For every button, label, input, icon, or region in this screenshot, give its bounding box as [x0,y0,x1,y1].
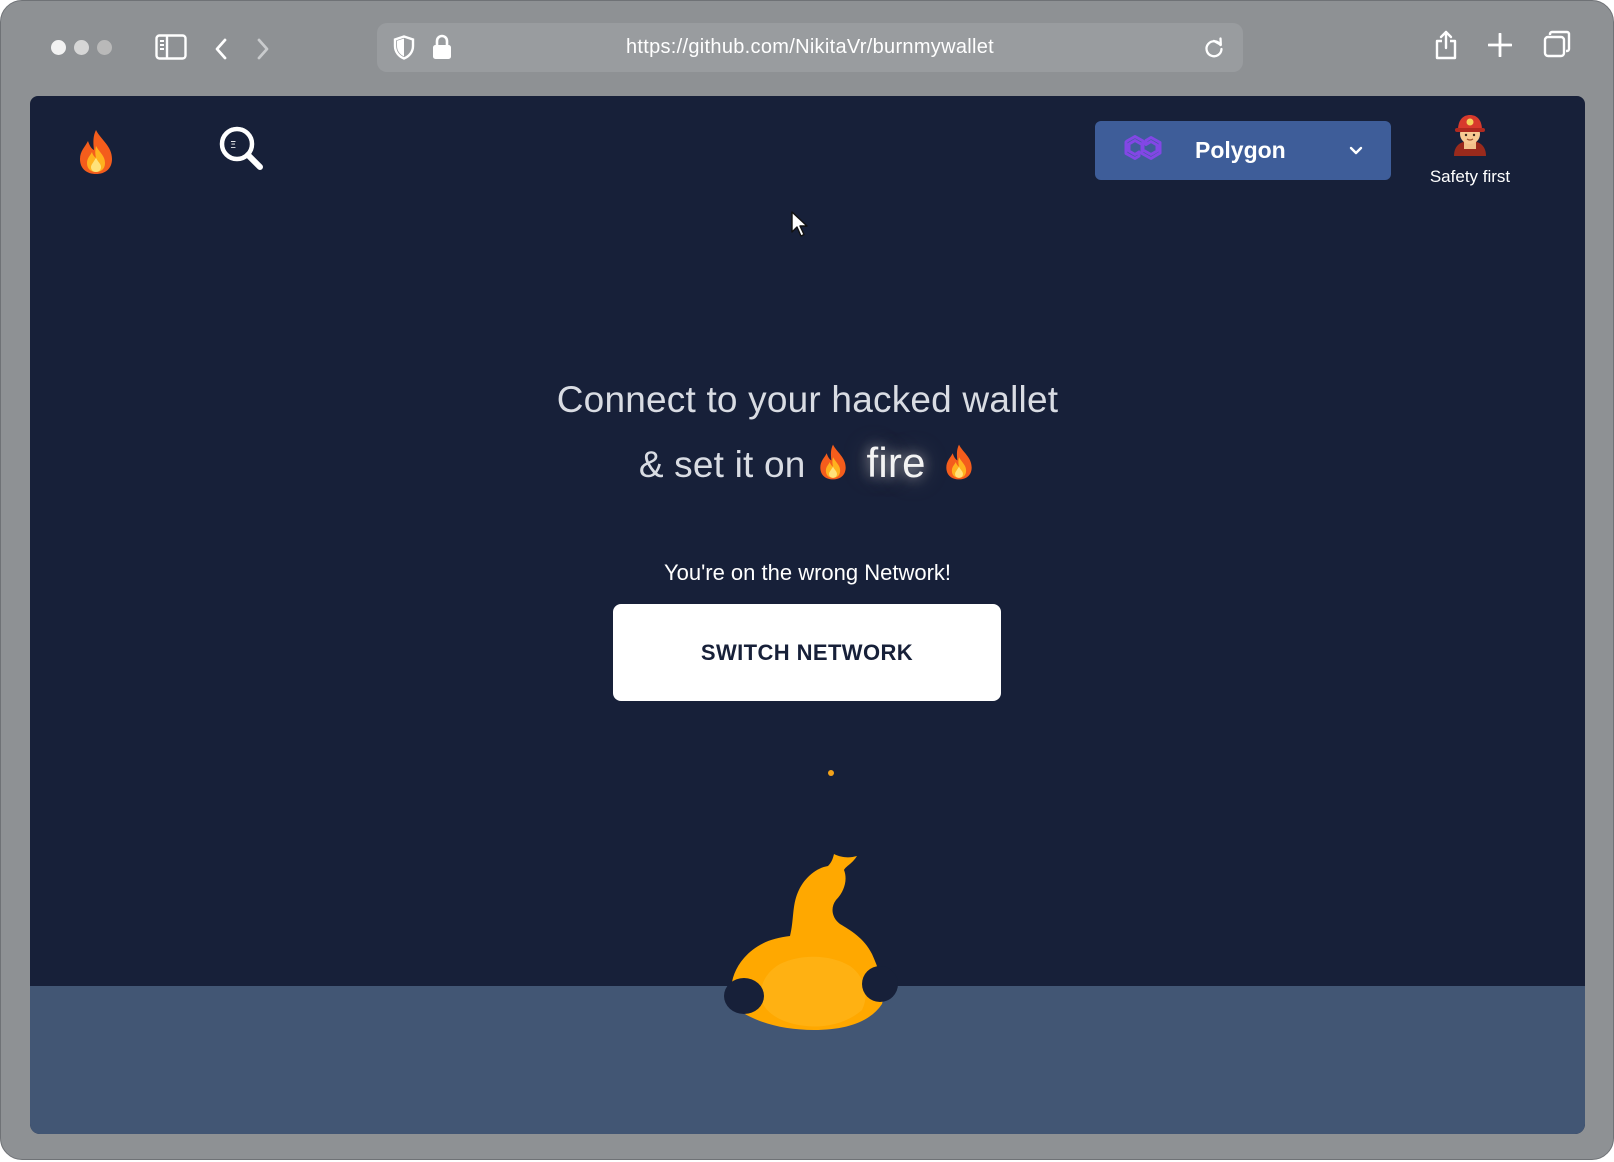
hero-line-2: & set it on fire [30,431,1585,500]
window-controls [51,40,112,55]
hero-line-1: Connect to your hacked wallet [556,379,1059,420]
svg-text:Ξ: Ξ [230,140,236,151]
close-window-button[interactable] [51,40,66,55]
reload-icon[interactable] [1203,37,1225,59]
flame-mascot-illustration [710,844,910,1039]
network-select[interactable]: Polygon [1095,121,1391,180]
back-icon[interactable] [213,37,229,61]
zoom-window-button[interactable] [97,40,112,55]
fire-emoji-icon [816,437,850,500]
new-tab-icon[interactable] [1488,33,1512,57]
address-bar[interactable]: https://github.com/NikitaVr/burnmywallet [377,23,1243,72]
sidebar-icon[interactable] [155,34,187,60]
switch-network-button[interactable]: SWITCH NETWORK [613,604,1001,701]
forward-icon[interactable] [255,37,271,61]
hero-line-2-prefix: & set it on [638,444,806,485]
flame-spark [828,770,834,776]
network-select-label: Polygon [1195,137,1286,163]
share-icon[interactable] [1434,29,1458,61]
minimize-window-button[interactable] [74,40,89,55]
wrong-network-message: You're on the wrong Network! [663,560,952,585]
chevron-down-icon [1349,143,1363,161]
safety-first-link[interactable]: Safety first [1422,112,1518,187]
tabs-overview-icon[interactable] [1543,30,1571,58]
mouse-cursor-icon [790,210,810,243]
browser-window: https://github.com/NikitaVr/burnmywallet… [0,0,1614,1160]
url-text: https://github.com/NikitaVr/burnmywallet [625,36,995,58]
hero-headline: Connect to your hacked wallet & set it o… [30,368,1585,500]
fire-emoji-icon [942,437,976,500]
fire-word: fire [866,439,926,486]
firefighter-icon [1454,115,1486,156]
polygon-icon [1121,131,1163,170]
fire-logo-icon[interactable] [76,128,116,181]
search-icon[interactable]: Ξ [218,125,266,178]
safety-first-label: Safety first [1429,167,1511,186]
page-viewport: Ξ Polygon Safety first Connect to your h… [30,96,1585,1134]
